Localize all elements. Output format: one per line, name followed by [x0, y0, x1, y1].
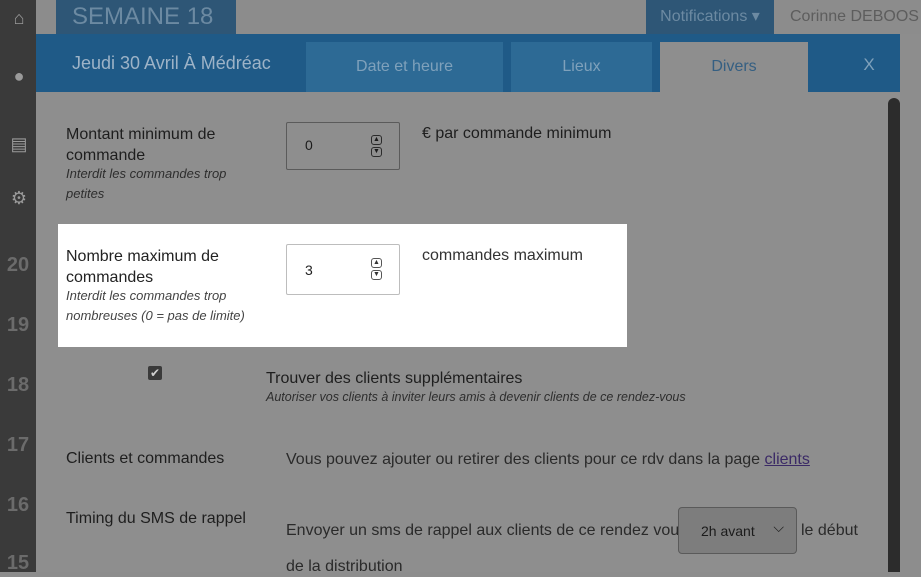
sms-timing-text-before: Envoyer un sms de rappel aux clients de … — [286, 522, 688, 539]
sms-timing-label: Timing du SMS de rappel — [66, 510, 246, 527]
clients-orders-description: Vous pouvez ajouter ou retirer des clien… — [286, 451, 761, 468]
home-icon[interactable]: ⌂ — [9, 8, 29, 28]
user-menu[interactable]: Corinne DEBOOS ▾ — [790, 0, 921, 59]
stepper-arrows[interactable]: ▲ ▼ — [371, 135, 382, 157]
max-orders-spotlight: Nombre maximum de commandes Interdit les… — [58, 224, 627, 347]
notifications-label: Notifications — [660, 8, 748, 25]
notifications-button[interactable]: Notifications ▾ — [646, 0, 774, 34]
sidebar-week[interactable]: 16 — [0, 494, 36, 517]
page-title: SEMAINE 18 — [56, 0, 236, 34]
gear-icon[interactable]: ⚙ — [9, 188, 29, 208]
sms-timing-text-line2: de la distribution — [286, 558, 403, 575]
max-orders-input[interactable]: 3 ▲ ▼ — [286, 244, 400, 295]
max-orders-hint-line2: nombreuses (0 = pas de limite) — [66, 308, 245, 323]
extra-clients-label: Trouver des clients supplémentaires — [266, 370, 523, 387]
modal-title: Jeudi 30 Avril À Médréac — [72, 53, 271, 73]
max-orders-label-line1: Nombre maximum de — [66, 248, 219, 265]
min-order-value: 0 — [305, 137, 313, 153]
max-orders-label-line2: commandes — [66, 269, 154, 286]
stepper-arrows[interactable]: ▲ ▼ — [371, 258, 382, 280]
sms-timing-text-after: le début — [801, 522, 858, 539]
sms-timing-selected: 2h avant — [701, 523, 755, 539]
max-orders-value: 3 — [305, 262, 313, 278]
tab-date-heure[interactable]: Date et heure — [306, 42, 503, 92]
sidebar-week[interactable]: 20 — [0, 254, 36, 277]
min-order-input[interactable]: 0 ▲ ▼ — [286, 122, 400, 170]
extra-clients-checkbox[interactable]: ✔ — [148, 366, 162, 380]
tab-lieux[interactable]: Lieux — [511, 42, 652, 92]
min-order-hint-line1: Interdit les commandes trop — [66, 166, 227, 181]
max-orders-hint-line1: Interdit les commandes trop — [66, 288, 227, 303]
stepper-up-icon[interactable]: ▲ — [371, 258, 382, 268]
min-order-hint-line2: petites — [66, 186, 105, 201]
users-icon[interactable]: ● — [9, 66, 29, 86]
min-order-hint: Interdit les commandes trop petites — [66, 164, 226, 204]
stepper-down-icon[interactable]: ▼ — [371, 147, 382, 157]
user-name: Corinne DEBOOS — [790, 8, 919, 25]
sidebar-week[interactable]: 19 — [0, 314, 36, 337]
clients-link[interactable]: clients — [765, 451, 810, 468]
sidebar: ⌂ ● ▤ ⚙ 20 19 18 17 16 15 — [0, 0, 36, 574]
min-order-label-line1: Montant minimum de — [66, 126, 216, 143]
min-order-suffix: € par commande minimum — [422, 125, 612, 142]
max-orders-label: Nombre maximum de commandes — [66, 246, 219, 288]
document-icon[interactable]: ▤ — [9, 134, 29, 154]
sms-timing-select[interactable]: 2h avant ⌵ — [678, 507, 797, 554]
chevron-down-icon: ⌵ — [773, 519, 784, 535]
sidebar-week[interactable]: 18 — [0, 374, 36, 397]
caret-down-icon: ▾ — [751, 8, 760, 25]
max-orders-hint: Interdit les commandes trop nombreuses (… — [66, 286, 245, 326]
stepper-up-icon[interactable]: ▲ — [371, 135, 382, 145]
min-order-label-line2: commande — [66, 147, 146, 164]
sidebar-week[interactable]: 17 — [0, 434, 36, 457]
extra-clients-hint: Autoriser vos clients à inviter leurs am… — [266, 390, 686, 404]
clients-orders-label: Clients et commandes — [66, 450, 225, 467]
min-order-label: Montant minimum de commande — [66, 124, 215, 166]
modal-header: Jeudi 30 Avril À Médréac Date et heure L… — [36, 34, 900, 92]
close-button[interactable]: X — [844, 42, 894, 88]
stepper-down-icon[interactable]: ▼ — [371, 270, 382, 280]
max-orders-suffix: commandes maximum — [422, 247, 583, 264]
clients-orders-text: Vous pouvez ajouter ou retirer des clien… — [286, 449, 810, 470]
tab-divers[interactable]: Divers — [660, 42, 808, 92]
scrollbar[interactable] — [888, 98, 900, 572]
